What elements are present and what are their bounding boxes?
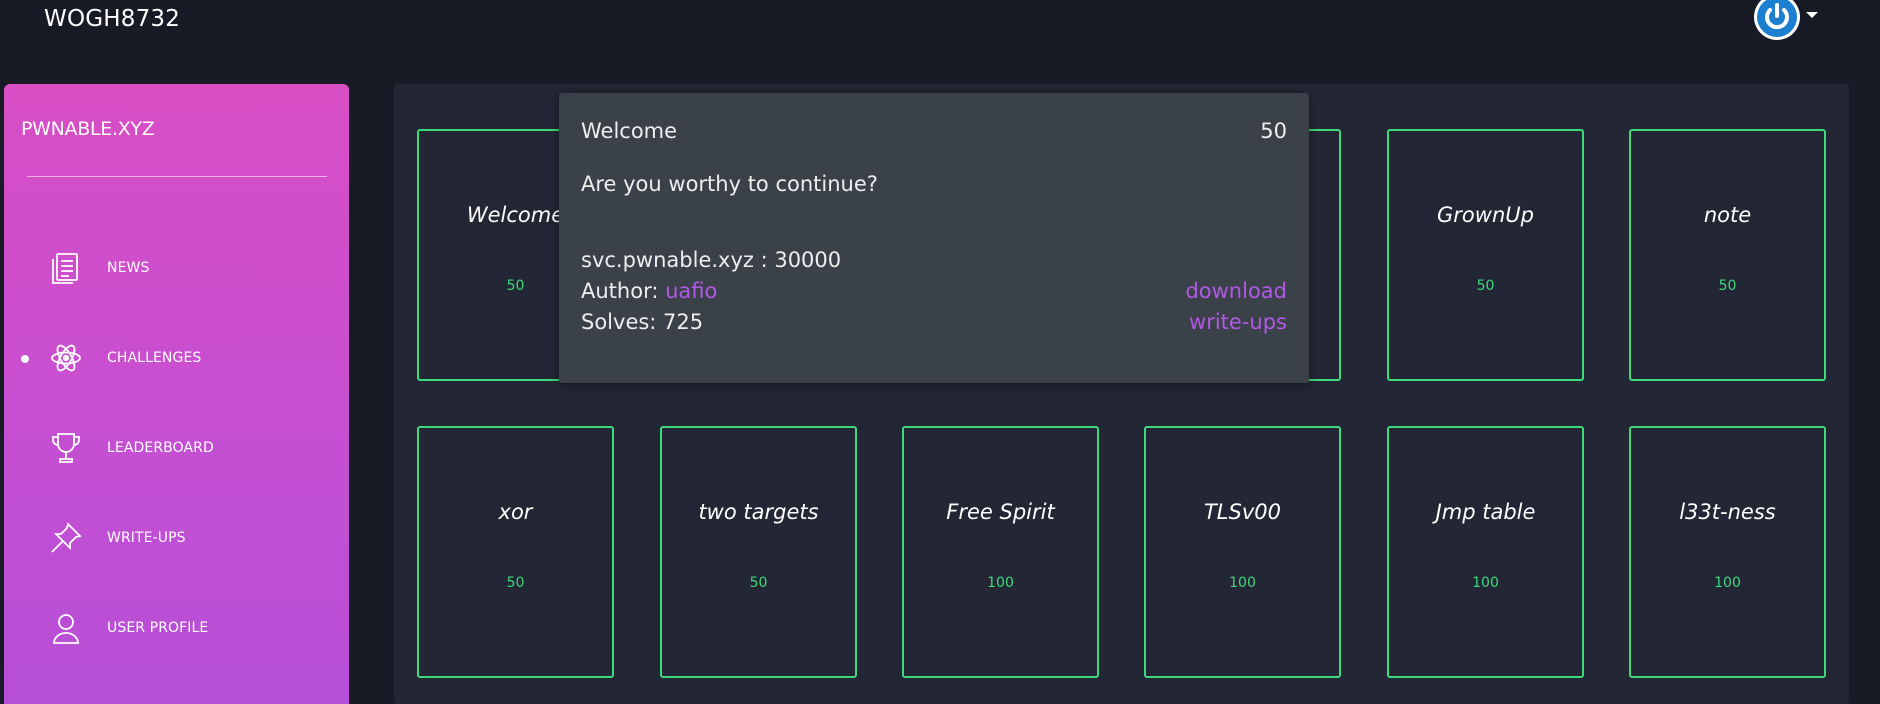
popup-description: Are you worthy to continue? (581, 172, 878, 196)
sidebar-item-label: NEWS (107, 260, 150, 276)
challenge-name: l33t-ness (1679, 500, 1776, 524)
challenge-card[interactable]: l33t-ness 100 (1629, 426, 1826, 678)
challenge-name: note (1703, 203, 1752, 227)
challenge-points: 100 (1472, 575, 1499, 591)
sidebar-item-write-ups[interactable]: WRITE-UPS (4, 514, 349, 564)
sidebar-item-leaderboard[interactable]: LEADERBOARD (4, 424, 349, 474)
challenge-points: 50 (749, 575, 768, 591)
sidebar-item-label: LEADERBOARD (107, 440, 214, 456)
challenge-points: 50 (506, 575, 525, 591)
popup-points: 50 (1260, 119, 1287, 143)
write-ups-link[interactable]: write-ups (1189, 310, 1287, 334)
brand-title[interactable]: PWNABLE.XYZ (21, 118, 155, 140)
power-icon[interactable] (1754, 0, 1800, 40)
author-link[interactable]: uafio (665, 279, 717, 303)
sidebar-item-challenges[interactable]: CHALLENGES (4, 334, 349, 384)
atom-icon (48, 340, 84, 376)
challenge-points: 50 (1718, 278, 1737, 294)
news-icon (48, 250, 84, 286)
challenge-card[interactable]: xor 50 (417, 426, 614, 678)
pin-icon (48, 520, 84, 556)
challenge-card[interactable]: Free Spirit 100 (902, 426, 1099, 678)
author-label: Author: (581, 279, 666, 303)
challenge-points: 100 (987, 575, 1014, 591)
username: WOGH8732 (44, 6, 181, 32)
sidebar-item-label: WRITE-UPS (107, 530, 186, 546)
active-indicator (21, 355, 29, 363)
popup-solves: Solves: 725 (581, 310, 704, 334)
sidebar-item-label: USER PROFILE (107, 620, 209, 636)
challenge-name: Jmp table (1435, 500, 1536, 524)
challenge-name: TLSv00 (1203, 500, 1281, 524)
challenge-popup: Welcome 50 Are you worthy to continue? s… (559, 93, 1309, 383)
popup-author: Author: uafio (581, 279, 717, 303)
challenge-points: 50 (1476, 278, 1495, 294)
divider (27, 176, 327, 177)
challenge-points: 100 (1229, 575, 1256, 591)
popup-server: svc.pwnable.xyz : 30000 (581, 248, 842, 272)
challenge-card[interactable]: note 50 (1629, 129, 1826, 381)
challenge-card[interactable]: Jmp table 100 (1387, 426, 1584, 678)
top-bar: WOGH8732 (0, 0, 1880, 60)
challenge-points: 100 (1714, 575, 1741, 591)
sidebar-item-label: CHALLENGES (107, 350, 202, 366)
caret-down-icon[interactable] (1806, 12, 1818, 18)
challenge-name: two targets (698, 500, 819, 524)
challenge-card[interactable]: two targets 50 (660, 426, 857, 678)
sidebar: PWNABLE.XYZ NEWS CHALLENGES LEADERBOARD … (4, 84, 349, 704)
challenge-name: Free Spirit (946, 500, 1055, 524)
user-icon (48, 610, 84, 646)
challenge-name: xor (498, 500, 533, 524)
challenge-card[interactable]: TLSv00 100 (1144, 426, 1341, 678)
download-link[interactable]: download (1185, 279, 1287, 303)
sidebar-item-user-profile[interactable]: USER PROFILE (4, 604, 349, 654)
sidebar-item-news[interactable]: NEWS (4, 244, 349, 294)
challenge-card[interactable]: GrownUp 50 (1387, 129, 1584, 381)
challenge-name: GrownUp (1437, 203, 1534, 227)
trophy-icon (48, 430, 84, 466)
popup-title: Welcome (581, 119, 678, 143)
